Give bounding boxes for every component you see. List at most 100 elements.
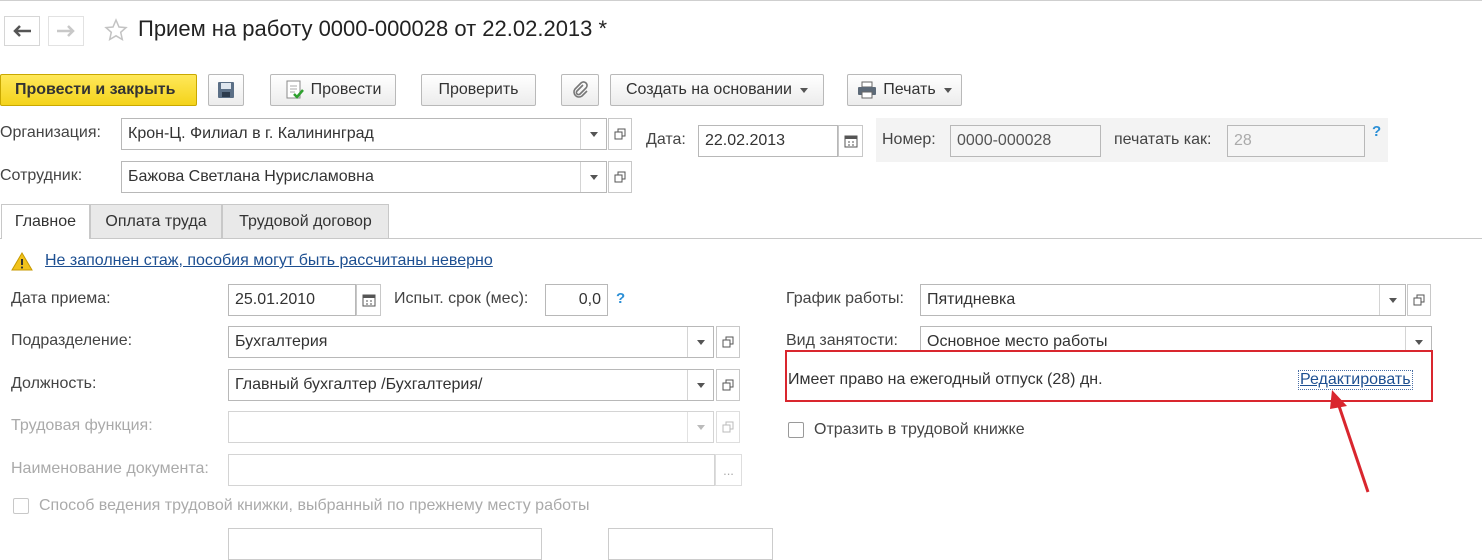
labor-function-open-button	[716, 411, 740, 443]
chevron-down-icon	[943, 87, 952, 93]
warning-link[interactable]: Не заполнен стаж, пособия могут быть рас…	[45, 252, 493, 270]
organization-value: Крон-Ц. Филиал в г. Калининград	[128, 125, 374, 142]
annotation-arrow-icon	[1330, 390, 1370, 493]
date-label: Дата:	[646, 131, 686, 148]
arrow-right-icon	[57, 25, 75, 37]
hire-date-calendar-button[interactable]	[356, 284, 381, 316]
position-open-button[interactable]	[716, 369, 740, 401]
print-as-field[interactable]: 28	[1227, 125, 1365, 157]
tab-main[interactable]: Главное	[1, 204, 90, 239]
work-book-method-label: Способ ведения трудовой книжки, выбранны…	[39, 497, 590, 514]
create-based-on-label: Создать на основании	[626, 81, 792, 98]
tab-payment[interactable]: Оплата труда	[90, 204, 222, 238]
schedule-label: График работы:	[786, 290, 904, 307]
paperclip-icon	[573, 81, 588, 98]
date-value: 22.02.2013	[705, 132, 786, 149]
warning-icon	[11, 252, 33, 276]
employee-label: Сотрудник:	[0, 167, 83, 184]
save-button[interactable]	[208, 74, 244, 106]
open-window-icon	[614, 171, 626, 183]
open-window-icon	[614, 128, 626, 140]
schedule-open-button[interactable]	[1407, 284, 1431, 316]
employment-type-label: Вид занятости:	[786, 332, 898, 349]
department-dropdown[interactable]	[687, 327, 713, 357]
schedule-field[interactable]: Пятидневка	[920, 284, 1406, 316]
chevron-down-icon	[1414, 339, 1423, 345]
post-and-close-button[interactable]: Провести и закрыть	[0, 74, 197, 106]
organization-label: Организация:	[0, 124, 101, 141]
position-value: Главный бухгалтер /Бухгалтерия/	[235, 376, 483, 393]
labor-function-label: Трудовая функция:	[11, 417, 153, 434]
print-as-label: печатать как:	[1114, 131, 1212, 148]
work-book-method-checkbox	[13, 498, 29, 514]
date-calendar-button[interactable]	[838, 125, 863, 157]
post-document-icon	[286, 80, 304, 99]
back-button[interactable]	[4, 16, 40, 46]
reflect-in-work-book-label: Отразить в трудовой книжке	[814, 421, 1025, 438]
calendar-icon	[844, 135, 857, 148]
tab-bar-divider	[0, 238, 1482, 239]
forward-button[interactable]	[48, 16, 84, 46]
chevron-down-icon	[696, 382, 705, 388]
post-button-label: Провести	[310, 81, 382, 98]
number-label: Номер:	[882, 131, 936, 148]
probation-help-icon[interactable]: ?	[616, 290, 625, 307]
page-title: Прием на работу 0000-000028 от 22.02.201…	[138, 16, 608, 41]
create-based-on-button[interactable]: Создать на основании	[610, 74, 824, 106]
position-label: Должность:	[11, 375, 97, 392]
next-row-field[interactable]	[228, 528, 542, 560]
post-button[interactable]: Провести	[270, 74, 396, 106]
chevron-down-icon	[589, 131, 598, 137]
chevron-down-icon	[696, 424, 705, 430]
open-window-icon	[1413, 294, 1425, 306]
number-field[interactable]: 0000-000028	[950, 125, 1101, 157]
hire-date-value: 25.01.2010	[235, 291, 316, 308]
tab-labor-contract[interactable]: Трудовой договор	[222, 204, 389, 238]
position-dropdown[interactable]	[687, 370, 713, 400]
schedule-value: Пятидневка	[927, 291, 1016, 308]
reflect-in-work-book-checkbox[interactable]	[788, 422, 804, 438]
department-open-button[interactable]	[716, 326, 740, 358]
probation-field[interactable]: 0,0	[545, 284, 608, 316]
chevron-down-icon	[1388, 297, 1397, 303]
department-label: Подразделение:	[11, 332, 133, 349]
print-button-label: Печать	[883, 81, 936, 98]
labor-function-field	[228, 411, 714, 443]
document-name-label: Наименование документа:	[11, 460, 209, 477]
chevron-down-icon	[589, 174, 598, 180]
document-name-select-button: ...	[715, 454, 742, 486]
department-value: Бухгалтерия	[235, 333, 328, 350]
hire-date-label: Дата приема:	[11, 290, 111, 307]
employee-field[interactable]: Бажова Светлана Нурисламовна	[121, 161, 607, 193]
check-button[interactable]: Проверить	[421, 74, 536, 106]
number-value: 0000-000028	[957, 132, 1052, 149]
open-window-icon	[722, 421, 734, 433]
date-field[interactable]: 22.02.2013	[698, 125, 838, 157]
floppy-disk-icon	[218, 82, 234, 98]
window-top-border	[0, 0, 1482, 5]
department-field[interactable]: Бухгалтерия	[228, 326, 714, 358]
document-name-field	[228, 454, 715, 486]
open-window-icon	[722, 379, 734, 391]
print-button[interactable]: Печать	[847, 74, 962, 106]
next-row-field-2[interactable]	[608, 528, 773, 560]
probation-label: Испыт. срок (мес):	[394, 290, 529, 307]
organization-field[interactable]: Крон-Ц. Филиал в г. Калининград	[121, 118, 607, 150]
employee-open-button[interactable]	[608, 161, 632, 193]
favorite-star-icon[interactable]	[104, 18, 128, 47]
organization-dropdown[interactable]	[580, 119, 606, 149]
arrow-left-icon	[13, 25, 31, 37]
chevron-down-icon	[696, 339, 705, 345]
organization-open-button[interactable]	[608, 118, 632, 150]
attach-button[interactable]	[561, 74, 599, 106]
probation-value: 0,0	[578, 291, 601, 308]
vacation-text: Имеет право на ежегодный отпуск (28) дн.	[788, 371, 1103, 388]
labor-function-dropdown	[687, 412, 713, 442]
employee-dropdown[interactable]	[580, 162, 606, 192]
position-field[interactable]: Главный бухгалтер /Бухгалтерия/	[228, 369, 714, 401]
employee-value: Бажова Светлана Нурисламовна	[128, 168, 374, 185]
number-help-icon[interactable]: ?	[1372, 123, 1381, 140]
hire-date-field[interactable]: 25.01.2010	[228, 284, 356, 316]
open-window-icon	[722, 336, 734, 348]
schedule-dropdown[interactable]	[1379, 285, 1405, 315]
